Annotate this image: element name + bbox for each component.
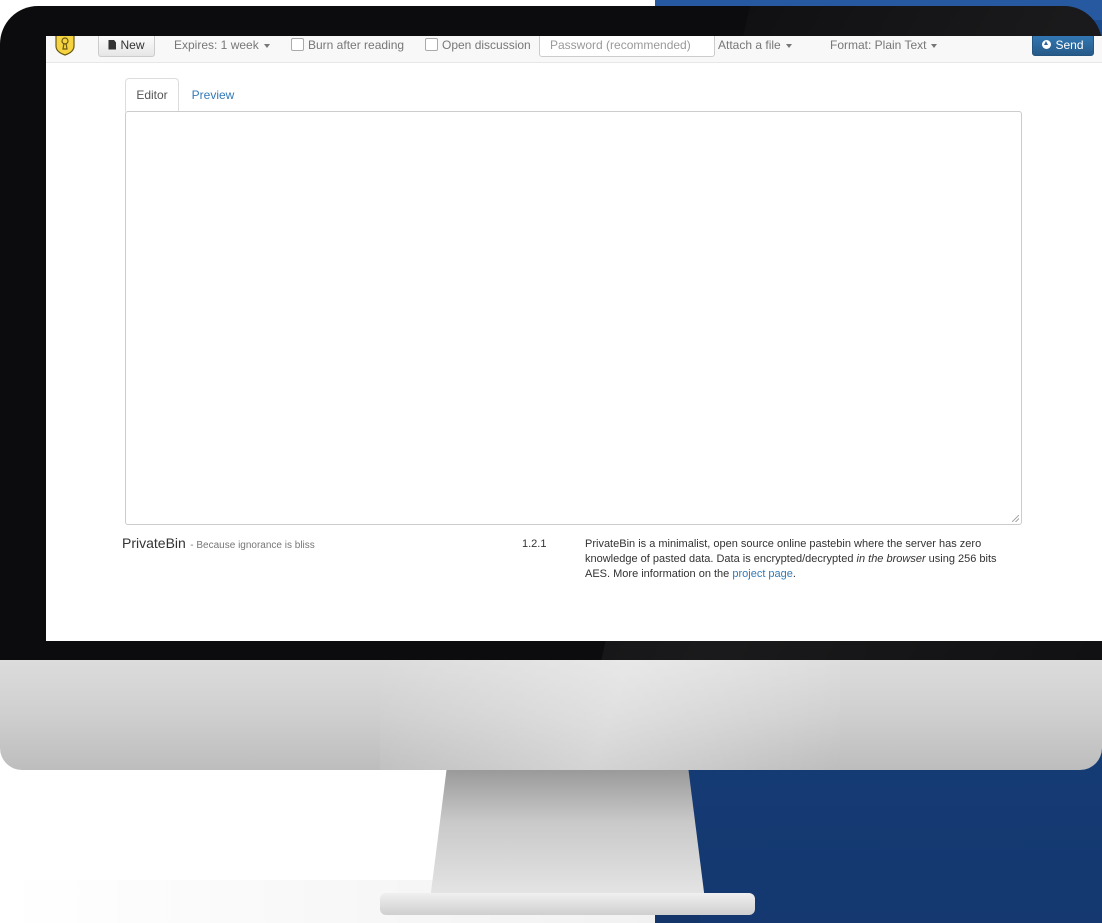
monitor-stand bbox=[430, 770, 705, 900]
send-button-label: Send bbox=[1055, 37, 1084, 52]
paste-textarea[interactable] bbox=[125, 111, 1022, 525]
format-dropdown[interactable]: Format: Plain Text bbox=[830, 38, 938, 52]
caret-down-icon bbox=[263, 43, 270, 48]
open-discussion-checkbox[interactable] bbox=[425, 38, 438, 51]
new-button[interactable]: New bbox=[98, 36, 155, 57]
burn-after-reading-checkbox[interactable] bbox=[291, 38, 304, 51]
caret-down-icon bbox=[785, 43, 792, 48]
document-icon bbox=[108, 39, 117, 50]
burn-after-reading-label: Burn after reading bbox=[308, 38, 405, 52]
attach-file-dropdown[interactable]: Attach a file bbox=[718, 38, 792, 52]
brand-tagline: - Because ignorance is bliss bbox=[190, 540, 315, 551]
password-input[interactable] bbox=[539, 36, 715, 57]
monitor-base bbox=[380, 893, 755, 915]
expiration-label: Expires: 1 week bbox=[174, 38, 259, 52]
project-page-link[interactable]: project page bbox=[732, 568, 793, 580]
about-text-end: . bbox=[792, 568, 796, 580]
browser-screen: New Expires: 1 week Burn after reading O… bbox=[46, 36, 1102, 641]
tab-editor-label: Editor bbox=[136, 88, 168, 102]
brand-name: PrivateBin bbox=[122, 535, 186, 551]
resize-handle-icon[interactable] bbox=[1012, 515, 1019, 522]
tab-editor[interactable]: Editor bbox=[125, 78, 179, 112]
upload-circle-icon bbox=[1042, 40, 1052, 49]
send-button[interactable]: Send bbox=[1032, 36, 1094, 56]
footer-brand: PrivateBin - Because ignorance is bliss bbox=[122, 535, 315, 553]
format-label: Format: Plain Text bbox=[830, 38, 927, 52]
tab-preview[interactable]: Preview bbox=[179, 78, 247, 112]
open-discussion-option[interactable]: Open discussion bbox=[425, 38, 531, 52]
burn-after-reading-option[interactable]: Burn after reading bbox=[291, 38, 404, 52]
monitor-chin-shine bbox=[380, 660, 840, 770]
open-discussion-label: Open discussion bbox=[442, 38, 531, 52]
new-button-label: New bbox=[120, 37, 145, 52]
expiration-dropdown[interactable]: Expires: 1 week bbox=[174, 38, 270, 52]
about-text: PrivateBin is a minimalist, open source … bbox=[585, 537, 1005, 582]
privatebin-logo-icon[interactable] bbox=[54, 36, 76, 56]
tab-preview-label: Preview bbox=[191, 88, 235, 102]
about-text-emphasis: in the browser bbox=[856, 553, 926, 565]
version-number: 1.2.1 bbox=[522, 538, 547, 550]
attach-file-label: Attach a file bbox=[718, 38, 781, 52]
navbar: New Expires: 1 week Burn after reading O… bbox=[46, 36, 1102, 63]
caret-down-icon bbox=[931, 43, 938, 48]
